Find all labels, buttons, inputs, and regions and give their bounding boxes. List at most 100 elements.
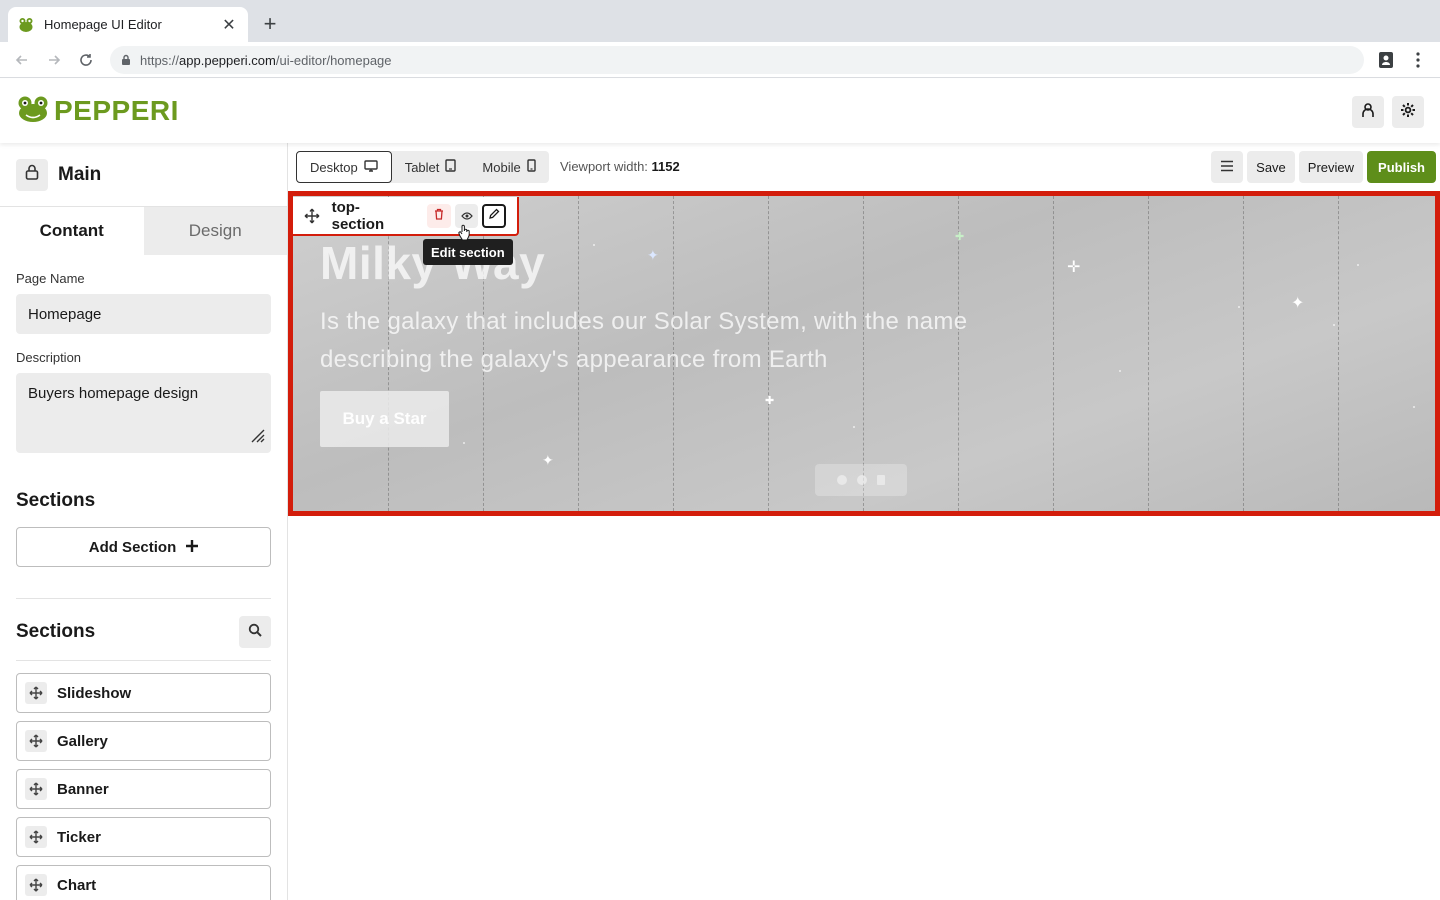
star-decoration: ✚ [765,395,775,407]
drag-handle-icon[interactable] [25,778,47,800]
description-textarea[interactable]: Buyers homepage design [16,373,271,453]
forward-arrow-icon[interactable] [38,44,70,76]
column-guide [1148,196,1149,511]
column-guide [1053,196,1054,511]
viewport-width-value: 1152 [651,159,680,174]
add-section-label: Add Section [88,538,177,556]
column-guide [1243,196,1244,511]
editor-sidebar: Main Contant Design Page Name Homepage D… [0,143,288,900]
slide-dot[interactable] [857,475,867,485]
star-dot [853,426,855,428]
url-scheme: https:// [140,52,180,68]
editor-menu-button[interactable] [1211,151,1244,183]
eye-icon [460,207,473,225]
browser-tab-title: Homepage UI Editor [44,17,162,32]
section-toolbar: top-section [293,197,519,236]
sections-list-heading: Sections [16,621,96,642]
star-dot [593,244,595,246]
lock-button[interactable] [16,158,48,191]
hero-description: Is the galaxy that includes our Solar Sy… [320,308,968,373]
lock-icon [25,164,39,185]
pencil-icon [488,207,500,225]
delete-section-button[interactable] [427,203,451,228]
slide-dot[interactable] [837,475,847,485]
move-section-icon[interactable] [300,208,324,224]
slideshow-controls[interactable] [815,464,907,496]
edit-section-button[interactable] [482,203,507,228]
browser-menu-icon[interactable] [1404,46,1432,74]
viewport-width-label: Viewport width: [560,159,648,174]
drag-handle-icon[interactable] [25,874,47,896]
device-desktop-button[interactable]: Desktop [296,151,392,183]
star-dot [1357,264,1359,266]
section-item-label: Ticker [57,828,101,846]
publish-button[interactable]: Publish [1367,151,1436,183]
gear-icon [1400,102,1416,123]
profile-badge-icon[interactable] [1372,46,1400,74]
star-dot [1119,370,1121,372]
sidebar-title: Main [58,163,102,185]
section-item-banner[interactable]: Banner [16,769,271,809]
device-mobile-button[interactable]: Mobile [469,151,548,183]
add-section-button[interactable]: Add Section [16,527,271,567]
drag-handle-icon[interactable] [25,682,47,704]
address-bar[interactable]: https://app.pepperi.com/ui-editor/homepa… [110,46,1364,74]
close-tab-icon[interactable]: ✕ [220,16,238,34]
plus-icon [186,539,199,556]
viewport-width-readout: Viewport width: 1152 [560,159,680,174]
star-decoration: ✛ [1067,259,1081,276]
save-button[interactable]: Save [1247,151,1295,183]
description-value: Buyers homepage design [28,385,199,402]
logo-wordmark: PEPPERI [54,95,179,126]
pause-icon[interactable] [877,475,885,485]
user-icon [1360,102,1376,123]
app-header: PEPPERI [0,79,1440,143]
new-tab-icon[interactable]: + [258,11,282,36]
section-item-ticker[interactable]: Ticker [16,817,271,857]
reload-icon[interactable] [70,44,102,76]
resize-handle-icon[interactable] [249,427,265,447]
drag-handle-icon[interactable] [25,730,47,752]
device-tablet-button[interactable]: Tablet [392,151,470,183]
add-sections-heading: Sections [16,490,96,511]
buy-a-star-button[interactable]: Buy a Star [320,391,449,447]
lock-icon [120,54,132,66]
star-decoration: ✦ [647,247,659,263]
search-icon [248,623,262,642]
star-dot [1238,306,1240,308]
device-label: Tablet [404,159,440,175]
sidebar-tabs: Contant Design [0,207,287,255]
back-arrow-icon[interactable] [6,44,38,76]
page-name-input[interactable]: Homepage [16,294,271,334]
star-decoration: ✦ [1291,295,1305,312]
section-item-label: Gallery [57,732,108,750]
section-item-label: Chart [57,876,97,894]
browser-tab[interactable]: Homepage UI Editor ✕ [8,7,248,42]
description-label: Description [16,350,82,365]
pepperi-logo[interactable]: PEPPERI [16,95,179,128]
device-switcher: Desktop Tablet Mobile [296,151,549,183]
section-item-slideshow[interactable]: Slideshow [16,673,271,713]
editor-toolbar: Desktop Tablet Mobile Viewport width: 11… [288,143,1440,191]
section-item-gallery[interactable]: Gallery [16,721,271,761]
trash-icon [434,207,444,225]
search-sections-button[interactable] [239,616,271,648]
sidebar-header: Main [0,143,287,207]
hand-cursor-icon [458,224,472,247]
tab-content[interactable]: Contant [0,207,144,255]
hamburger-menu-icon [1220,160,1234,175]
settings-button[interactable] [1392,96,1424,128]
star-decoration: ✚ [955,231,965,243]
sections-list-header: Sections [16,616,271,648]
editor-canvas: ✦ ✚ ✛ ✦ ✦ ✚ Milky Way Is the galaxy that… [288,191,1440,900]
browser-toolbar: https://app.pepperi.com/ui-editor/homepa… [0,42,1440,78]
star-dot [463,442,465,444]
page-name-label: Page Name [16,271,85,286]
section-item-chart[interactable]: Chart [16,865,271,900]
star-decoration: ✦ [542,452,554,468]
preview-button[interactable]: Preview [1298,151,1364,183]
tab-design[interactable]: Design [143,207,287,255]
drag-handle-icon[interactable] [25,826,47,848]
frog-logo-icon [16,95,50,128]
user-button[interactable] [1352,96,1384,128]
